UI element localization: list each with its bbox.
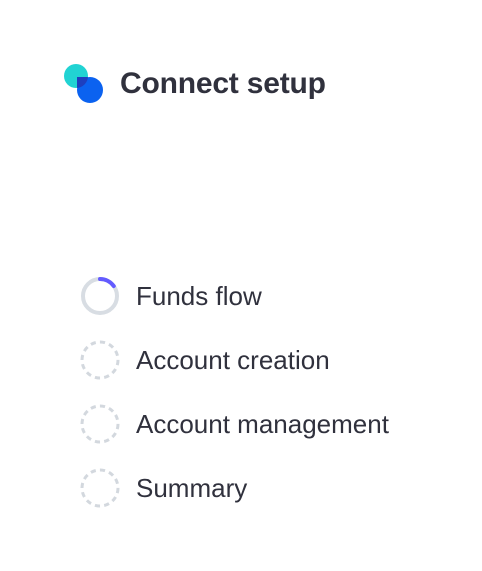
dashed-circle-icon	[79, 339, 121, 381]
step-summary[interactable]: Summary	[79, 467, 389, 509]
dashed-circle-icon	[79, 403, 121, 445]
connect-setup-panel: Connect setup Funds flow Account creatio…	[0, 0, 482, 571]
setup-steps-list: Funds flow Account creation Account mana…	[79, 275, 389, 531]
header: Connect setup	[63, 63, 326, 105]
step-label: Summary	[136, 473, 248, 503]
step-account-creation[interactable]: Account creation	[79, 339, 389, 381]
step-label: Account creation	[136, 345, 330, 375]
page-title: Connect setup	[120, 67, 326, 100]
step-account-management[interactable]: Account management	[79, 403, 389, 445]
dashed-circle-icon	[79, 467, 121, 509]
step-label: Account management	[136, 409, 389, 439]
step-label: Funds flow	[136, 281, 262, 311]
progress-ring-icon	[79, 275, 121, 317]
step-funds-flow[interactable]: Funds flow	[79, 275, 389, 317]
connect-logo-icon	[63, 63, 105, 105]
